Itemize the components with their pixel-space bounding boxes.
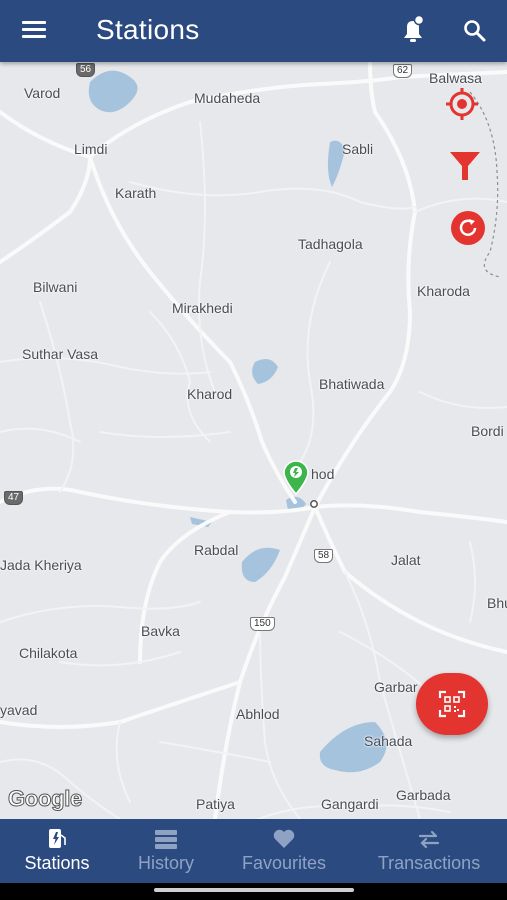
place-label: Limdi bbox=[74, 141, 108, 157]
place-label: Balwasa bbox=[429, 70, 482, 86]
place-label: Kharoda bbox=[417, 283, 470, 299]
place-label: hod bbox=[311, 466, 335, 482]
place-label: Garbar bbox=[374, 679, 418, 695]
ev-station-marker-icon[interactable] bbox=[282, 459, 310, 496]
place-label: yavad bbox=[0, 702, 38, 718]
page-title: Stations bbox=[96, 14, 200, 45]
place-label: Patiya bbox=[196, 796, 235, 812]
route-shield: 150 bbox=[250, 617, 275, 631]
place-label: Jalat bbox=[391, 552, 421, 568]
search-icon[interactable] bbox=[460, 16, 490, 46]
place-label: Sabli bbox=[342, 141, 374, 157]
filter-icon[interactable] bbox=[449, 150, 481, 182]
place-label: Bhu bbox=[487, 595, 507, 611]
place-label: Sahada bbox=[364, 733, 413, 749]
route-shield: 62 bbox=[393, 64, 413, 78]
qr-scan-button[interactable] bbox=[416, 673, 488, 735]
place-label: Rabdal bbox=[194, 542, 239, 558]
nav-item-favourites[interactable]: Favourites bbox=[232, 819, 336, 883]
bell-icon[interactable] bbox=[398, 14, 428, 46]
heart-icon bbox=[273, 829, 295, 848]
nav-label: Favourites bbox=[241, 853, 327, 873]
bottom-navigation: Stations History Favourites Transactions bbox=[0, 819, 507, 883]
route-shield: 58 bbox=[314, 549, 334, 563]
home-gesture-handle[interactable] bbox=[154, 888, 354, 892]
refresh-icon[interactable] bbox=[450, 210, 486, 246]
place-label: Mirakhedi bbox=[172, 300, 233, 316]
google-attribution: Google bbox=[8, 786, 83, 812]
place-label: Tadhagola bbox=[298, 236, 363, 252]
ev-station-icon bbox=[49, 829, 66, 848]
locate-icon[interactable] bbox=[446, 88, 478, 120]
place-label: Bavka bbox=[141, 623, 180, 639]
place-label: Suthar Vasa bbox=[22, 346, 99, 362]
place-label: Bhatiwada bbox=[319, 376, 385, 392]
place-label: Chilakota bbox=[19, 645, 78, 661]
place-label: Gangardi bbox=[321, 796, 379, 812]
app-bar: Stations bbox=[0, 0, 507, 62]
nav-label: History bbox=[137, 853, 194, 873]
place-label: Jada Kheriya bbox=[0, 557, 82, 573]
qr-scan-icon bbox=[438, 690, 466, 718]
place-label: Mudaheda bbox=[194, 90, 261, 106]
place-label: Bilwani bbox=[33, 279, 78, 295]
place-label: Karath bbox=[115, 185, 157, 201]
place-label: Kharod bbox=[187, 386, 233, 402]
place-label: Garbada bbox=[396, 787, 451, 803]
place-label: Abhlod bbox=[236, 706, 280, 722]
nav-item-history[interactable]: History bbox=[126, 819, 206, 883]
nav-label: Transactions bbox=[377, 853, 481, 873]
nav-label: Stations bbox=[24, 853, 90, 873]
place-label: Varod bbox=[24, 85, 61, 101]
route-shield: 56 bbox=[76, 63, 96, 77]
swap-icon bbox=[418, 830, 440, 849]
nav-item-stations[interactable]: Stations bbox=[12, 819, 102, 883]
nav-item-transactions[interactable]: Transactions bbox=[366, 819, 492, 883]
route-shield: 47 bbox=[4, 491, 24, 505]
place-label: Bordi bbox=[471, 423, 504, 439]
list-icon bbox=[155, 830, 177, 849]
menu-icon[interactable] bbox=[22, 18, 52, 44]
system-navigation-bar bbox=[0, 883, 507, 900]
